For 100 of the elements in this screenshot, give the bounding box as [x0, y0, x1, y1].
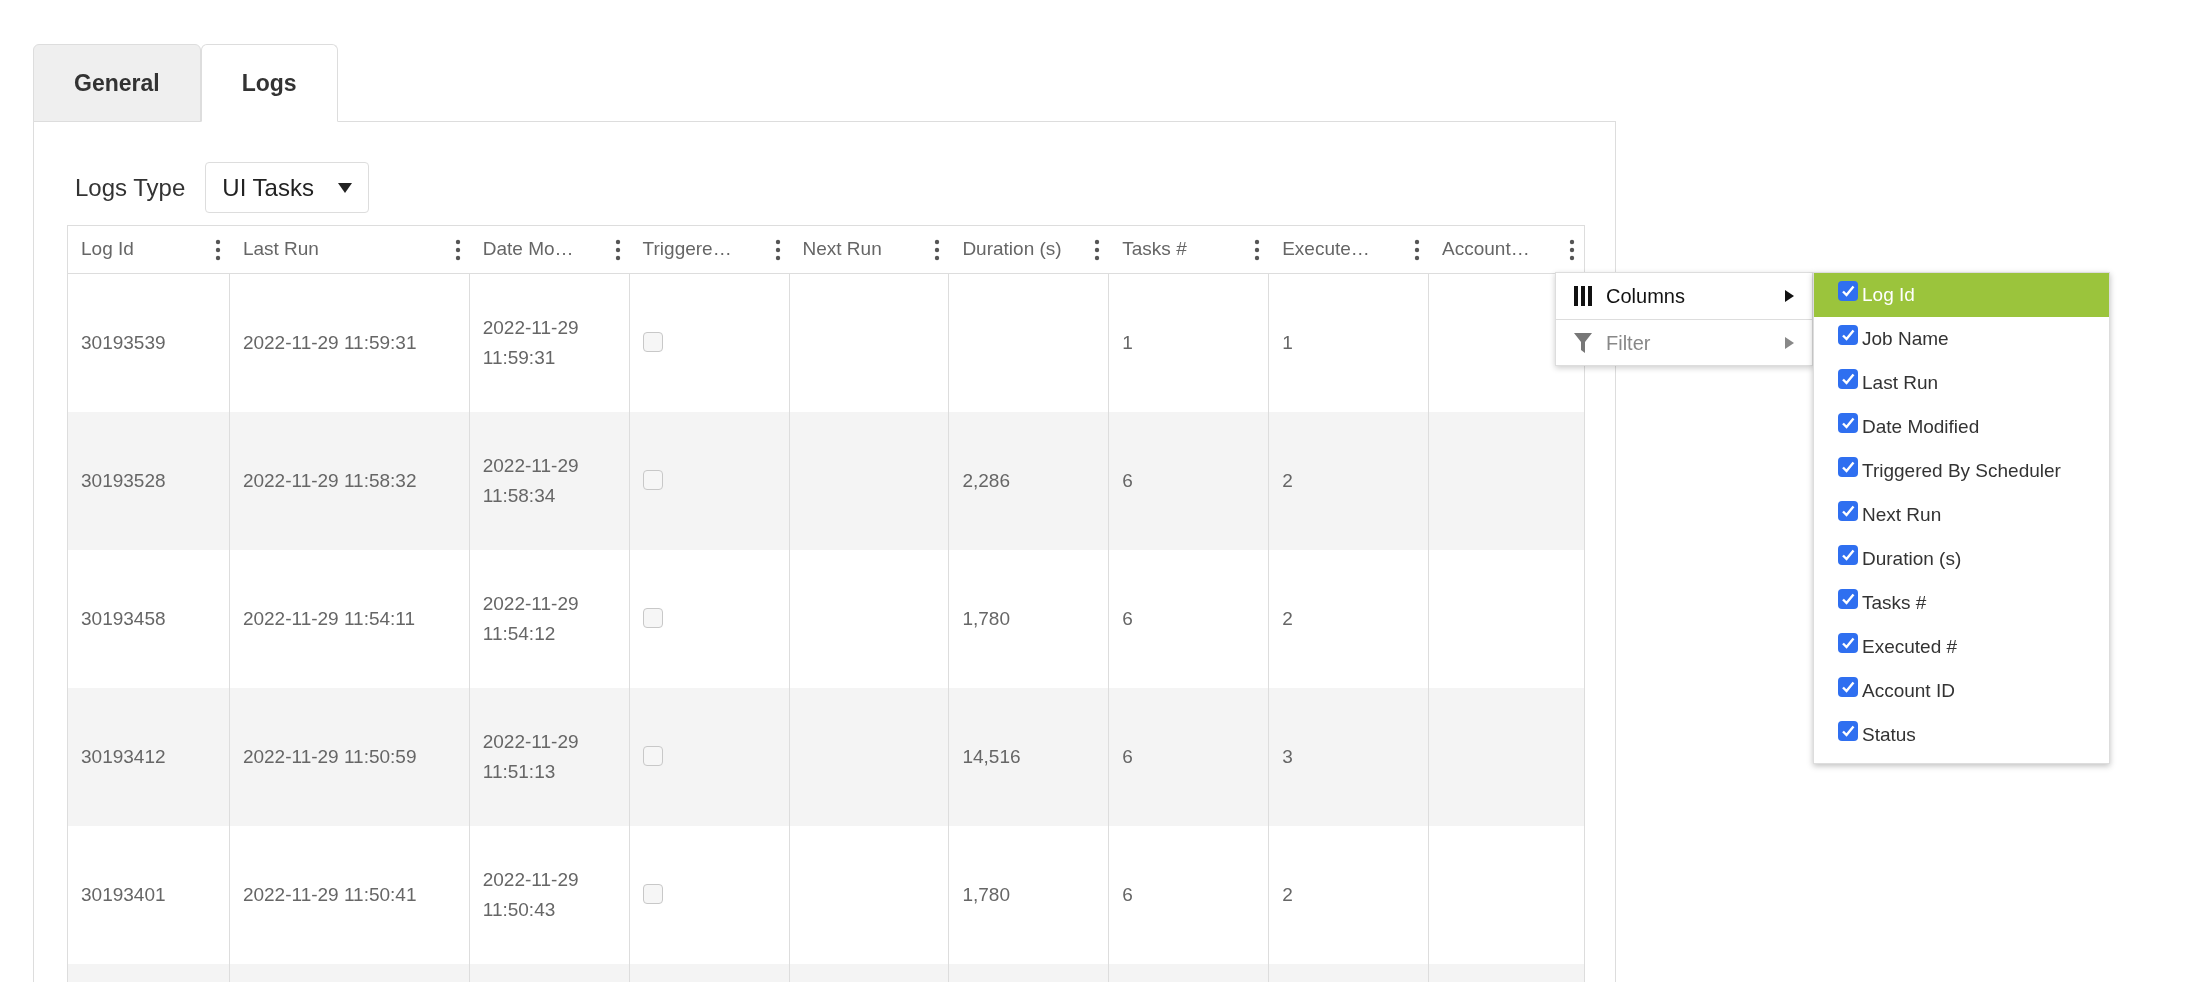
- column-option[interactable]: Triggered By Scheduler: [1814, 449, 2109, 493]
- table-cell-text: 1: [1122, 330, 1133, 355]
- field-label: Logs Type: [75, 172, 186, 203]
- table-cell-text: 2022-11-29 11:58:34: [482, 454, 579, 508]
- table-cell-text: 2022-11-29 11:50:43: [482, 868, 579, 922]
- column-option[interactable]: Account ID: [1814, 669, 2109, 713]
- option-label: Log Id: [1862, 282, 1915, 307]
- table-cell-text: 2: [1282, 468, 1293, 493]
- checkbox[interactable]: [1838, 413, 1858, 433]
- logs-type-dropdown[interactable]: UI Tasks: [205, 162, 369, 213]
- option-label: Tasks #: [1862, 590, 1927, 615]
- column-title: Tasks #: [1122, 237, 1187, 262]
- checkbox[interactable]: [642, 469, 663, 490]
- column-title: Triggere…: [642, 237, 732, 262]
- option-label: Job Name: [1862, 326, 1949, 351]
- more-icon[interactable]: [1094, 238, 1101, 261]
- more-icon[interactable]: [614, 238, 621, 261]
- column-option[interactable]: Next Run: [1814, 493, 2109, 537]
- menu-item[interactable]: Columns: [1556, 273, 1812, 319]
- checkbox[interactable]: [1838, 633, 1858, 653]
- checkbox[interactable]: [1838, 281, 1858, 301]
- more-icon[interactable]: [774, 238, 781, 261]
- column-title: Execute…: [1282, 237, 1370, 262]
- table-cell-text: 2022-11-29 11:50:41: [242, 882, 417, 907]
- table-cell-text: 2022-11-29 11:51:13: [482, 730, 579, 784]
- more-icon[interactable]: [934, 238, 941, 261]
- column-option[interactable]: Date Modified: [1814, 405, 2109, 449]
- table-cell-text: 2022-11-29 11:50:59: [242, 744, 417, 769]
- checkbox[interactable]: [1838, 325, 1858, 345]
- more-icon[interactable]: [1414, 238, 1421, 261]
- more-icon[interactable]: [214, 238, 221, 261]
- table-cell-text: 2022-11-29 11:54:12: [482, 592, 579, 646]
- checkbox[interactable]: [1838, 677, 1858, 697]
- checkbox[interactable]: [642, 607, 663, 628]
- table-cell-text: 3: [1282, 744, 1293, 769]
- table-cell-text: 30193539: [81, 330, 166, 355]
- option-label: Status: [1862, 722, 1916, 747]
- column-header[interactable]: Last Run: [229, 226, 470, 273]
- column-title: Last Run: [242, 237, 319, 262]
- tab[interactable]: General: [33, 44, 201, 122]
- table-cell-text: 2022-11-29 11:58:32: [242, 468, 417, 493]
- submenu-arrow-icon: [1785, 336, 1794, 349]
- column-title: Account…: [1442, 237, 1530, 262]
- column-header[interactable]: Next Run: [789, 226, 950, 273]
- option-label: Duration (s): [1862, 546, 1962, 571]
- table-cell-text: 6: [1122, 606, 1133, 631]
- table-cell-text: 30193412: [81, 744, 166, 769]
- checkbox[interactable]: [1838, 589, 1858, 609]
- table-cell-text: 6: [1122, 882, 1133, 907]
- checkbox[interactable]: [642, 883, 663, 904]
- filter-icon: [1574, 332, 1592, 353]
- column-option[interactable]: Tasks #: [1814, 581, 2109, 625]
- checkbox[interactable]: [642, 331, 663, 352]
- columns-icon: [1574, 286, 1592, 306]
- column-option[interactable]: Status: [1814, 713, 2109, 757]
- column-header[interactable]: Account…: [1429, 226, 1584, 273]
- more-icon[interactable]: [1254, 238, 1261, 261]
- option-label: Triggered By Scheduler: [1862, 458, 2061, 483]
- checkbox[interactable]: [1838, 457, 1858, 477]
- option-label: Next Run: [1862, 502, 1942, 527]
- column-option[interactable]: Duration (s): [1814, 537, 2109, 581]
- table-cell-text: 30193528: [81, 468, 166, 493]
- column-title: Next Run: [802, 237, 882, 262]
- column-option[interactable]: Last Run: [1814, 361, 2109, 405]
- table-cell-text: 2,286: [962, 468, 1010, 493]
- option-label: Last Run: [1862, 370, 1939, 395]
- table-cell-text: 2022-11-29 11:59:31: [482, 316, 579, 370]
- option-label: Date Modified: [1862, 414, 1980, 439]
- tab[interactable]: Logs: [200, 44, 338, 122]
- column-header[interactable]: Log Id: [68, 226, 230, 273]
- table-cell-text: 1,780: [962, 606, 1010, 631]
- column-header[interactable]: Execute…: [1269, 226, 1430, 273]
- option-label: Account ID: [1862, 678, 1955, 703]
- table-cell-text: 2022-11-29 11:59:31: [242, 330, 417, 355]
- checkbox[interactable]: [1838, 501, 1858, 521]
- table-cell-text: 2: [1282, 882, 1293, 907]
- checkbox[interactable]: [642, 745, 663, 766]
- column-header[interactable]: Duration (s): [949, 226, 1110, 273]
- column-header[interactable]: Triggere…: [629, 226, 790, 273]
- table-cell-text: 14,516: [962, 744, 1021, 769]
- more-icon[interactable]: [1568, 238, 1575, 261]
- more-icon[interactable]: [454, 238, 461, 261]
- column-header[interactable]: Tasks #: [1109, 226, 1270, 273]
- table-cell-text: 6: [1122, 468, 1133, 493]
- submenu-arrow-icon: [1785, 290, 1794, 302]
- menu-label: Filter: [1606, 330, 1652, 356]
- table-cell-text: 2022-11-29 11:54:11: [242, 606, 416, 631]
- table-cell-text: 1,780: [962, 882, 1010, 907]
- checkbox[interactable]: [1838, 369, 1858, 389]
- checkbox[interactable]: [1838, 545, 1858, 565]
- column-option[interactable]: Executed #: [1814, 625, 2109, 669]
- menu-label: Columns: [1606, 284, 1686, 309]
- table-cell-text: 1: [1282, 330, 1293, 355]
- table-cell-text: 30193401: [81, 882, 166, 907]
- column-title: Date Mo…: [482, 237, 574, 262]
- table-cell-text: 6: [1122, 744, 1133, 769]
- checkbox[interactable]: [1838, 721, 1858, 741]
- column-option[interactable]: Job Name: [1814, 317, 2109, 361]
- column-header[interactable]: Date Mo…: [469, 226, 630, 273]
- column-title: Log Id: [81, 237, 134, 262]
